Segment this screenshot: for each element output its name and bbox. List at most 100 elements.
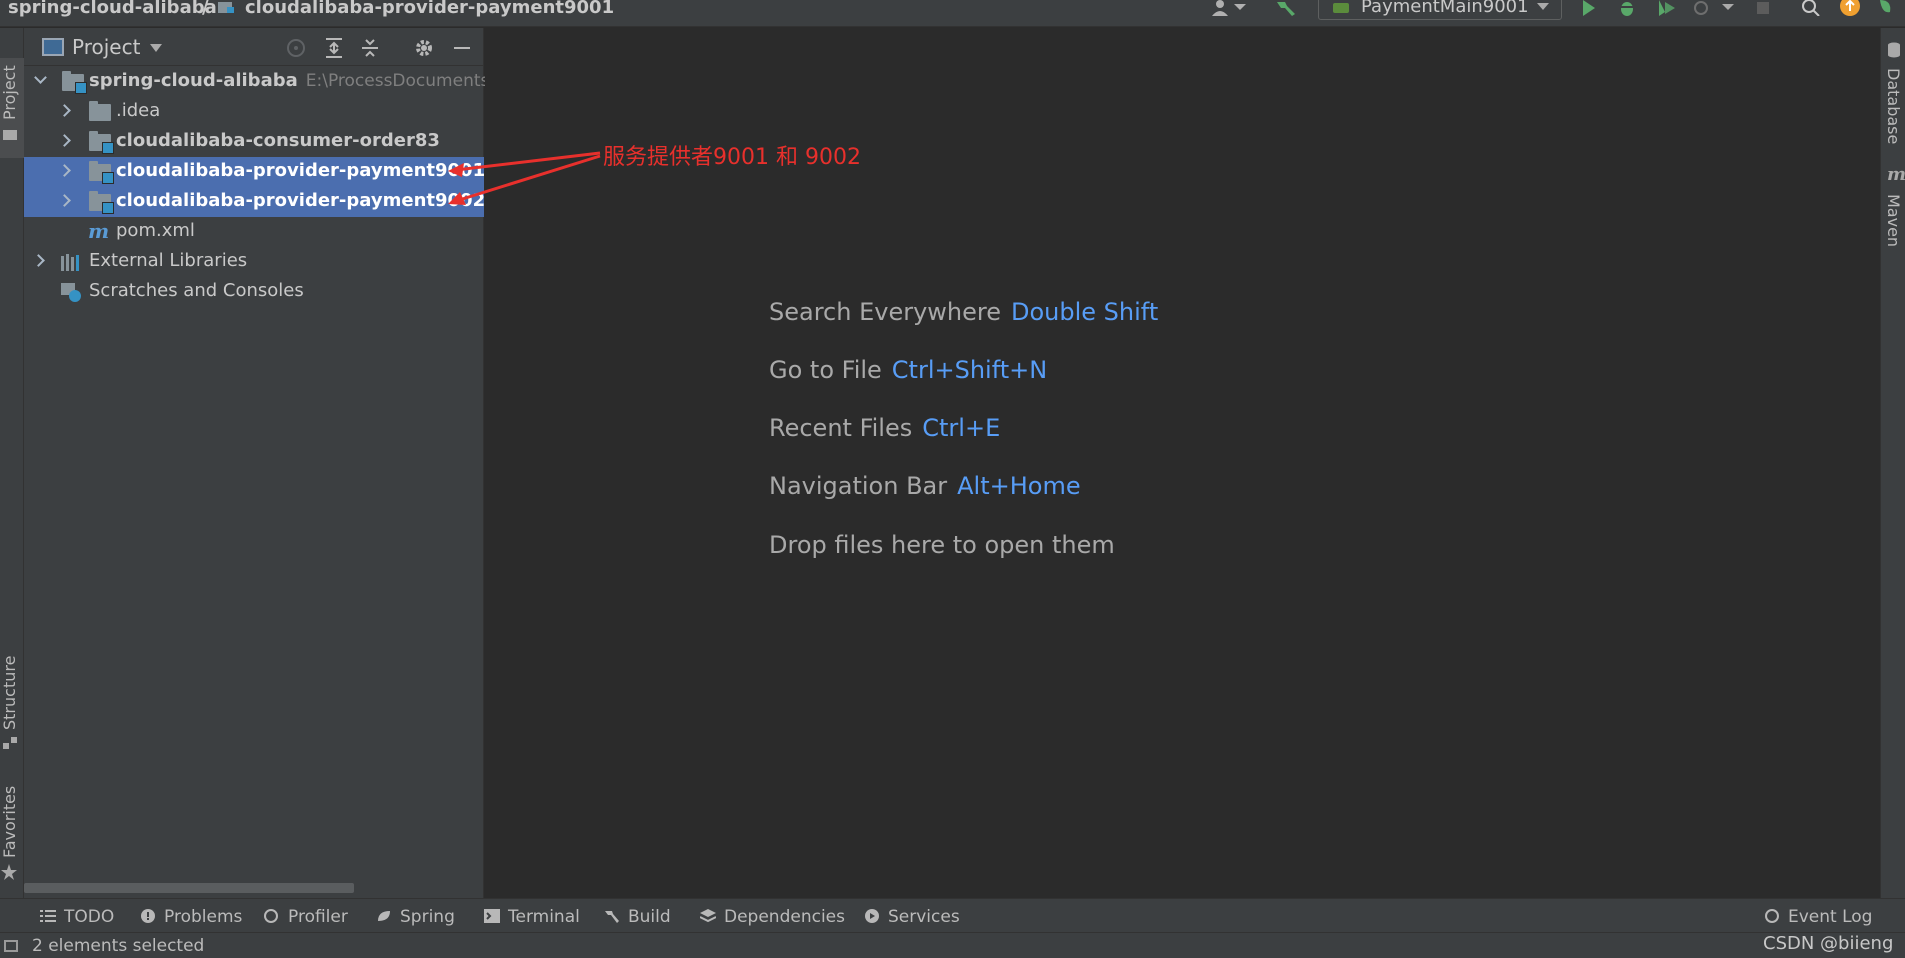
gear-icon[interactable]	[412, 36, 436, 60]
tree-item-idea-label: .idea	[116, 100, 161, 121]
tab-spring-label: Spring	[400, 907, 455, 927]
tab-maven[interactable]: Maven	[1884, 194, 1903, 247]
star-icon	[1, 864, 17, 880]
tree-item-root[interactable]: spring-cloud-alibaba E:\ProcessDocuments\…	[24, 67, 504, 97]
tab-dependencies-label: Dependencies	[724, 907, 845, 927]
module-folder-icon	[89, 131, 114, 154]
tab-profiler-label: Profiler	[288, 907, 348, 927]
hint-go-to-file: Go to File Ctrl+Shift+N	[769, 356, 1047, 384]
tree-item-scratches[interactable]: Scratches and Consoles	[24, 277, 484, 307]
hint-shortcut: Ctrl+E	[922, 414, 1001, 442]
run-configuration-label: PaymentMain9001	[1361, 0, 1529, 17]
horizontal-scrollbar[interactable]	[24, 883, 354, 893]
tab-event-log-label: Event Log	[1788, 907, 1873, 927]
scratches-icon	[61, 283, 81, 302]
hint-text: Recent Files	[769, 414, 913, 442]
tab-terminal-label: Terminal	[508, 907, 580, 927]
tree-item-pom-xml[interactable]: m pom.xml	[24, 217, 484, 247]
hint-text: Navigation Bar	[769, 472, 948, 500]
run-icon[interactable]	[1578, 0, 1600, 16]
tab-problems[interactable]: Problems	[140, 907, 242, 927]
tab-database[interactable]: Database	[1884, 68, 1903, 144]
tab-favorites-label[interactable]: Favorites	[0, 786, 19, 858]
run-configuration-selector[interactable]: PaymentMain9001	[1318, 0, 1562, 20]
root-path: E:\ProcessDocuments\s	[305, 71, 504, 91]
services-icon	[865, 909, 879, 923]
spring-leaf-icon	[378, 911, 390, 921]
hint-text: Drop files here to open them	[769, 531, 1115, 559]
update-icon[interactable]	[1839, 0, 1861, 16]
tab-terminal[interactable]: Terminal	[484, 907, 580, 927]
build-hammer-icon[interactable]	[1275, 0, 1299, 16]
maven-icon: m	[1887, 164, 1905, 185]
tree-item-provider-payment9001-label: cloudalibaba-provider-payment9001	[116, 160, 486, 181]
tree-item-external-libraries[interactable]: External Libraries	[24, 247, 484, 277]
folder-icon	[89, 101, 111, 121]
hammer-icon	[605, 911, 619, 923]
module-folder-icon	[62, 71, 87, 94]
expand-all-icon[interactable]	[322, 36, 346, 60]
hint-shortcut: Ctrl+Shift+N	[891, 356, 1048, 384]
stop-icon[interactable]	[1753, 0, 1775, 16]
status-message: 2 elements selected	[32, 936, 205, 956]
chevron-right-icon[interactable]	[58, 164, 71, 177]
profiler-icon	[264, 909, 278, 923]
database-icon	[1888, 42, 1900, 58]
tree-item-external-libraries-label: External Libraries	[89, 250, 248, 271]
debug-icon[interactable]	[1616, 0, 1638, 16]
tab-services[interactable]: Services	[864, 907, 960, 927]
tool-windows-bar: TODO Problems Profiler Spring Terminal B…	[0, 898, 1905, 932]
project-view-icon	[42, 38, 64, 56]
chevron-right-icon[interactable]	[58, 134, 71, 147]
breadcrumb-module[interactable]: cloudalibaba-provider-payment9001	[245, 0, 614, 17]
chevron-down-icon[interactable]	[150, 44, 162, 52]
folder-icon	[3, 130, 17, 140]
tab-project-label[interactable]: Project	[0, 65, 19, 120]
project-panel-title[interactable]: Project	[72, 35, 140, 59]
tool-window-toggle-icon[interactable]	[4, 940, 18, 952]
tab-todo[interactable]: TODO	[40, 907, 114, 927]
left-tool-stripe: Project Structure Favorites	[0, 28, 24, 898]
warning-circle-icon	[141, 909, 155, 923]
collapse-all-icon[interactable]	[358, 36, 382, 60]
hint-navigation-bar: Navigation Bar Alt+Home	[769, 472, 1081, 500]
chevron-right-icon[interactable]	[58, 194, 71, 207]
tree-item-provider-payment9002[interactable]: cloudalibaba-provider-payment9002	[24, 187, 485, 217]
module-folder-icon	[218, 2, 234, 13]
tab-todo-label: TODO	[64, 907, 115, 927]
tree-item-provider-payment9001[interactable]: cloudalibaba-provider-payment9001	[24, 157, 486, 187]
tree-item-scratches-label: Scratches and Consoles	[89, 280, 304, 301]
status-bar: 2 elements selected CSDN @biieng	[0, 932, 1905, 958]
module-folder-icon	[89, 191, 114, 214]
tree-item-consumer-order83-label: cloudalibaba-consumer-order83	[116, 130, 440, 151]
tab-dependencies[interactable]: Dependencies	[700, 907, 845, 927]
user-account-icon[interactable]	[1208, 0, 1248, 16]
structure-icon	[3, 737, 17, 749]
project-panel-header: Project	[24, 28, 484, 66]
module-folder-icon	[89, 161, 114, 184]
hide-panel-icon[interactable]	[450, 36, 474, 60]
breadcrumb-root[interactable]: spring-cloud-alibaba	[8, 0, 217, 17]
chevron-right-icon[interactable]	[58, 104, 71, 117]
maven-file-icon: m	[88, 219, 110, 243]
tab-event-log[interactable]: Event Log	[1764, 907, 1872, 927]
tab-spring[interactable]: Spring	[376, 907, 455, 927]
hint-shortcut: Alt+Home	[957, 472, 1081, 500]
run-with-coverage-icon[interactable]	[1655, 0, 1677, 16]
tab-build[interactable]: Build	[604, 907, 671, 927]
more-run-options-chevron-icon[interactable]	[1720, 0, 1736, 16]
tab-structure-label[interactable]: Structure	[0, 656, 19, 730]
search-icon[interactable]	[1800, 0, 1822, 16]
profiler-run-icon[interactable]	[1692, 0, 1714, 16]
tree-item-idea[interactable]: .idea	[24, 97, 484, 127]
chevron-right-icon[interactable]	[32, 254, 45, 267]
tab-profiler[interactable]: Profiler	[264, 907, 348, 927]
plugin-icon[interactable]	[1876, 0, 1898, 16]
hint-shortcut: Double Shift	[1011, 298, 1159, 326]
tab-services-label: Services	[888, 907, 960, 927]
chevron-down-icon[interactable]	[34, 71, 47, 84]
speech-bubble-icon	[1765, 909, 1779, 923]
locate-target-icon[interactable]	[284, 36, 308, 60]
tree-item-consumer-order83[interactable]: cloudalibaba-consumer-order83	[24, 127, 484, 157]
hint-search-everywhere: Search Everywhere Double Shift	[769, 298, 1158, 326]
